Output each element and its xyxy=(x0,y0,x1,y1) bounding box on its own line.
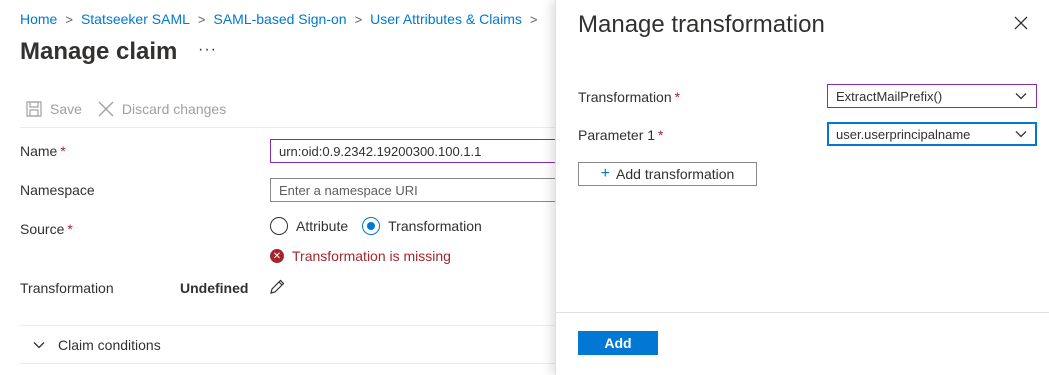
discard-label: Discard changes xyxy=(121,101,227,117)
breadcrumb-sso[interactable]: SAML-based Sign-on xyxy=(213,11,346,27)
close-icon[interactable] xyxy=(1014,16,1028,30)
panel-transformation-label-text: Transformation xyxy=(578,89,672,105)
required-marker: * xyxy=(67,221,73,237)
add-transformation-label: Add transformation xyxy=(616,166,735,182)
breadcrumb-claims[interactable]: User Attributes & Claims xyxy=(370,11,522,27)
parameter-dropdown[interactable]: user.userprincipalname xyxy=(827,122,1037,146)
source-radio-group: Attribute Transformation xyxy=(270,217,496,235)
panel-transformation-label: Transformation * xyxy=(578,89,680,105)
save-button[interactable]: Save xyxy=(26,101,82,117)
discard-icon xyxy=(98,101,114,117)
radio-transformation[interactable]: Transformation xyxy=(362,217,482,235)
breadcrumb-separator: > xyxy=(197,11,206,27)
page-title: Manage claim xyxy=(20,38,178,65)
chevron-down-icon xyxy=(33,342,45,349)
parameter-label-text: Parameter 1 xyxy=(578,127,656,143)
add-transformation-button[interactable]: + Add transformation xyxy=(578,162,757,186)
source-label: Source * xyxy=(20,221,73,237)
breadcrumb-separator: > xyxy=(65,11,73,27)
transformation-dropdown-value: ExtractMailPrefix() xyxy=(836,88,943,104)
transformation-dropdown[interactable]: ExtractMailPrefix() xyxy=(827,84,1037,108)
edit-pencil-icon[interactable] xyxy=(268,278,286,296)
transformation-value: Undefined xyxy=(180,280,249,296)
manage-transformation-panel: Manage transformation Transformation * Ex… xyxy=(555,0,1049,375)
toolbar: Save Discard changes xyxy=(26,101,242,117)
error-text: Transformation is missing xyxy=(292,248,451,264)
breadcrumb-separator: > xyxy=(529,11,538,27)
breadcrumb-app[interactable]: Statseeker SAML xyxy=(81,11,190,27)
toolbar-divider xyxy=(20,127,555,128)
section-divider xyxy=(20,363,555,364)
breadcrumb: Home > Statseeker SAML > SAML-based Sign… xyxy=(20,11,545,27)
radio-circle xyxy=(270,217,288,235)
error-message: ✕ Transformation is missing xyxy=(270,248,451,264)
error-icon: ✕ xyxy=(270,249,284,263)
name-label: Name * xyxy=(20,143,66,159)
radio-attribute-label: Attribute xyxy=(296,218,349,234)
panel-title: Manage transformation xyxy=(578,11,825,38)
section-divider xyxy=(20,325,555,326)
name-label-text: Name xyxy=(20,143,58,159)
chevron-down-icon xyxy=(1015,93,1027,100)
parameter-label: Parameter 1 * xyxy=(578,127,664,143)
save-icon xyxy=(26,101,42,117)
more-icon[interactable]: ··· xyxy=(198,41,217,59)
breadcrumb-home[interactable]: Home xyxy=(20,11,57,27)
namespace-input[interactable]: Enter a namespace URI xyxy=(270,178,560,202)
radio-transformation-label: Transformation xyxy=(388,218,482,234)
claim-conditions-toggle[interactable]: Claim conditions xyxy=(32,337,161,353)
required-marker: * xyxy=(60,143,66,159)
chevron-down-icon xyxy=(1015,131,1027,138)
save-label: Save xyxy=(50,101,82,117)
source-label-text: Source xyxy=(20,221,65,237)
transformation-label: Transformation xyxy=(20,280,114,296)
breadcrumb-separator: > xyxy=(354,11,363,27)
plus-icon: + xyxy=(600,165,611,182)
radio-attribute[interactable]: Attribute xyxy=(270,217,348,235)
discard-button[interactable]: Discard changes xyxy=(98,101,226,117)
name-input[interactable]: urn:oid:0.9.2342.19200300.100.1.1 xyxy=(270,139,560,163)
required-marker: * xyxy=(658,127,664,143)
radio-circle xyxy=(362,217,381,235)
panel-footer-divider xyxy=(556,312,1049,313)
add-button[interactable]: Add xyxy=(578,331,658,355)
namespace-label: Namespace xyxy=(20,182,95,198)
parameter-dropdown-value: user.userprincipalname xyxy=(836,126,971,142)
claim-conditions-label: Claim conditions xyxy=(58,337,161,353)
required-marker: * xyxy=(674,89,681,105)
